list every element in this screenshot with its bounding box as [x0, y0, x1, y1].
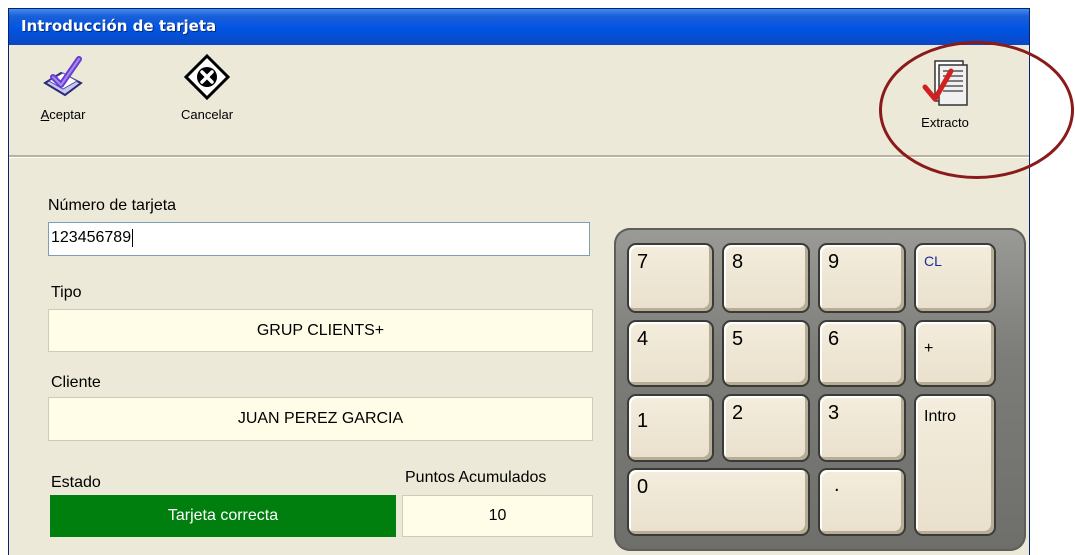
cancel-button[interactable]: Cancelar — [181, 53, 233, 122]
key-2[interactable]: 2 — [722, 394, 810, 462]
key-plus[interactable]: + — [914, 320, 996, 387]
key-9[interactable]: 9 — [818, 243, 906, 313]
puntos-label: Puntos Acumulados — [405, 469, 547, 486]
puntos-field: 10 — [402, 495, 593, 537]
title-bar: Introducción de tarjeta — [9, 9, 1029, 45]
key-7[interactable]: 7 — [627, 243, 714, 313]
accept-button[interactable]: Aceptar — [39, 53, 87, 122]
key-decimal[interactable]: . — [818, 468, 906, 536]
cliente-value: JUAN PEREZ GARCIA — [237, 410, 404, 427]
key-4[interactable]: 4 — [627, 320, 714, 387]
status-value: Tarjeta correcta — [167, 507, 279, 524]
extract-label: Extracto — [921, 115, 969, 130]
key-8[interactable]: 8 — [722, 243, 810, 313]
card-number-value: 123456789 — [51, 229, 132, 247]
estado-label: Estado — [51, 474, 101, 491]
key-6[interactable]: 6 — [818, 320, 906, 387]
text-caret — [132, 229, 134, 247]
card-number-input[interactable]: 123456789 — [48, 222, 590, 256]
extract-button[interactable]: Extracto — [921, 57, 969, 130]
cliente-label: Cliente — [51, 374, 101, 391]
key-clear[interactable]: CL — [914, 243, 996, 313]
card-number-label: Número de tarjeta — [48, 197, 177, 214]
key-5[interactable]: 5 — [722, 320, 810, 387]
tipo-label: Tipo — [51, 284, 82, 301]
tipo-value: GRUP CLIENTS+ — [256, 321, 385, 339]
window-title: Introducción de tarjeta — [21, 17, 217, 35]
card-entry-window: Introducción de tarjeta Aceptar Cancelar — [8, 8, 1030, 555]
status-badge: Tarjeta correcta — [50, 495, 396, 537]
puntos-value: 10 — [488, 507, 507, 524]
key-intro[interactable]: Intro — [914, 394, 996, 536]
key-3[interactable]: 3 — [818, 394, 906, 462]
document-check-icon — [922, 60, 968, 106]
cancel-icon — [183, 53, 231, 101]
cliente-field: JUAN PEREZ GARCIA — [48, 397, 593, 441]
cancel-label: Cancelar — [181, 107, 234, 122]
key-1[interactable]: 1 — [627, 394, 714, 462]
key-0[interactable]: 0 — [627, 468, 810, 536]
tipo-field: GRUP CLIENTS+ — [48, 309, 593, 352]
accept-label: Aceptar — [40, 107, 86, 122]
toolbar: Aceptar Cancelar Extracto — [9, 45, 1029, 157]
numeric-keypad: 7 8 9 CL 4 5 6 + 1 2 3 Intro 0 . — [614, 228, 1026, 551]
check-icon — [43, 56, 83, 97]
